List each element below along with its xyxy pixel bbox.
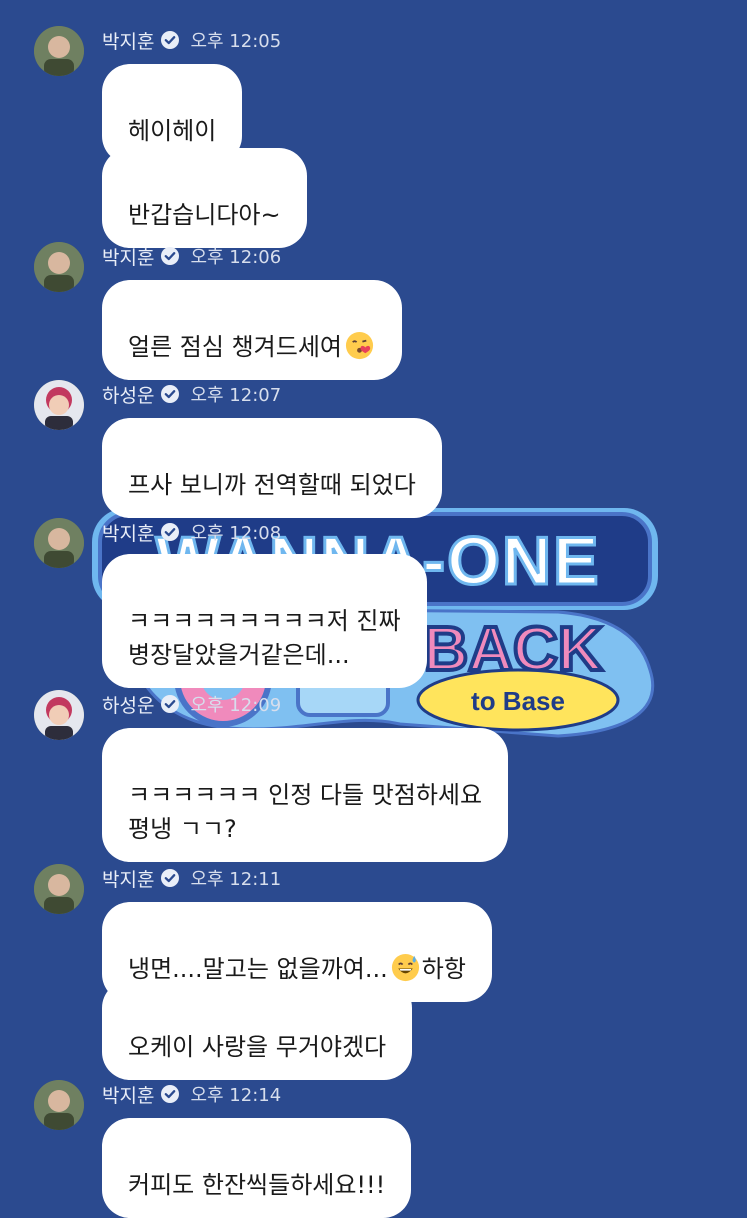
message-meta: 하성운 오후 12:09 <box>102 690 281 718</box>
message-text: 하항 <box>421 955 466 983</box>
message-bubble[interactable]: 반갑습니다아~ <box>102 148 307 248</box>
verified-check-icon <box>161 695 180 713</box>
grinning-sweat-emoji <box>390 952 421 983</box>
message-meta: 박지훈 오후 12:08 <box>102 518 281 546</box>
message-bubble[interactable]: 얼른 점심 챙겨드세여 <box>102 280 402 380</box>
profile-photo-park-jihoon[interactable] <box>34 864 84 914</box>
chat-feed: 박지훈 오후 12:05 헤이헤이 반갑습니다아~ 박지훈 오후 12:06 얼… <box>0 0 747 1218</box>
verified-check-icon <box>161 31 180 49</box>
sender-name[interactable]: 박지훈 <box>102 27 154 54</box>
message-bubble[interactable]: ㅋㅋㅋㅋㅋㅋ 인정 다들 맛점하세요 평냉 ㄱㄱ? <box>102 728 509 862</box>
message-bubble[interactable]: 커피도 한잔씩들하세요!!! <box>102 1118 412 1218</box>
message-time: 오후 12:07 <box>190 385 282 406</box>
message-time: 오후 12:08 <box>190 523 282 544</box>
sender-name[interactable]: 하성운 <box>102 381 154 408</box>
message-meta: 하성운 오후 12:07 <box>102 380 281 408</box>
message-time: 오후 12:11 <box>190 869 282 890</box>
sender-name[interactable]: 박지훈 <box>102 519 154 546</box>
message-meta: 박지훈 오후 12:11 <box>102 864 281 892</box>
message-bubble[interactable]: 프사 보니까 전역할때 되었다 <box>102 418 442 518</box>
message-time: 오후 12:06 <box>190 247 282 268</box>
message-text: 프사 보니까 전역할때 되었다 <box>128 471 416 499</box>
message-text: 반갑습니다아~ <box>128 201 281 229</box>
message-bubble[interactable]: 오케이 사랑을 무거야겠다 <box>102 980 413 1080</box>
message-meta: 박지훈 오후 12:06 <box>102 242 281 270</box>
message-meta: 박지훈 오후 12:05 <box>102 26 281 54</box>
sender-name[interactable]: 박지훈 <box>102 1081 154 1108</box>
verified-check-icon <box>161 869 180 887</box>
profile-photo-ha-sungwoon[interactable] <box>34 690 84 740</box>
message-time: 오후 12:09 <box>190 695 282 716</box>
message-text: 헤이헤이 <box>128 117 217 145</box>
message-text: 오케이 사랑을 무거야겠다 <box>128 1033 387 1061</box>
sender-name[interactable]: 하성운 <box>102 691 154 718</box>
verified-check-icon <box>161 247 180 265</box>
profile-photo-park-jihoon[interactable] <box>34 1080 84 1130</box>
verified-check-icon <box>161 1085 180 1103</box>
message-time: 오후 12:14 <box>190 1085 282 1106</box>
message-meta: 박지훈 오후 12:14 <box>102 1080 281 1108</box>
profile-photo-park-jihoon[interactable] <box>34 518 84 568</box>
kissing-face-emoji <box>344 330 375 361</box>
profile-photo-park-jihoon[interactable] <box>34 242 84 292</box>
sender-name[interactable]: 박지훈 <box>102 865 154 892</box>
message-bubble[interactable]: ㅋㅋㅋㅋㅋㅋㅋㅋㅋ저 진짜 병장달았을거같은데... <box>102 554 427 688</box>
profile-photo-ha-sungwoon[interactable] <box>34 380 84 430</box>
message-text: 냉면....말고는 없을까여... <box>128 955 388 983</box>
message-text: ㅋㅋㅋㅋㅋㅋㅋㅋㅋ저 진짜 병장달았을거같은데... <box>128 607 401 669</box>
message-text: ㅋㅋㅋㅋㅋㅋ 인정 다들 맛점하세요 평냉 ㄱㄱ? <box>128 781 483 843</box>
message-text: 얼른 점심 챙겨드세여 <box>128 333 342 361</box>
profile-photo-park-jihoon[interactable] <box>34 26 84 76</box>
message-time: 오후 12:05 <box>190 31 282 52</box>
verified-check-icon <box>161 385 180 403</box>
verified-check-icon <box>161 523 180 541</box>
sender-name[interactable]: 박지훈 <box>102 243 154 270</box>
message-text: 커피도 한잔씩들하세요!!! <box>128 1171 386 1199</box>
